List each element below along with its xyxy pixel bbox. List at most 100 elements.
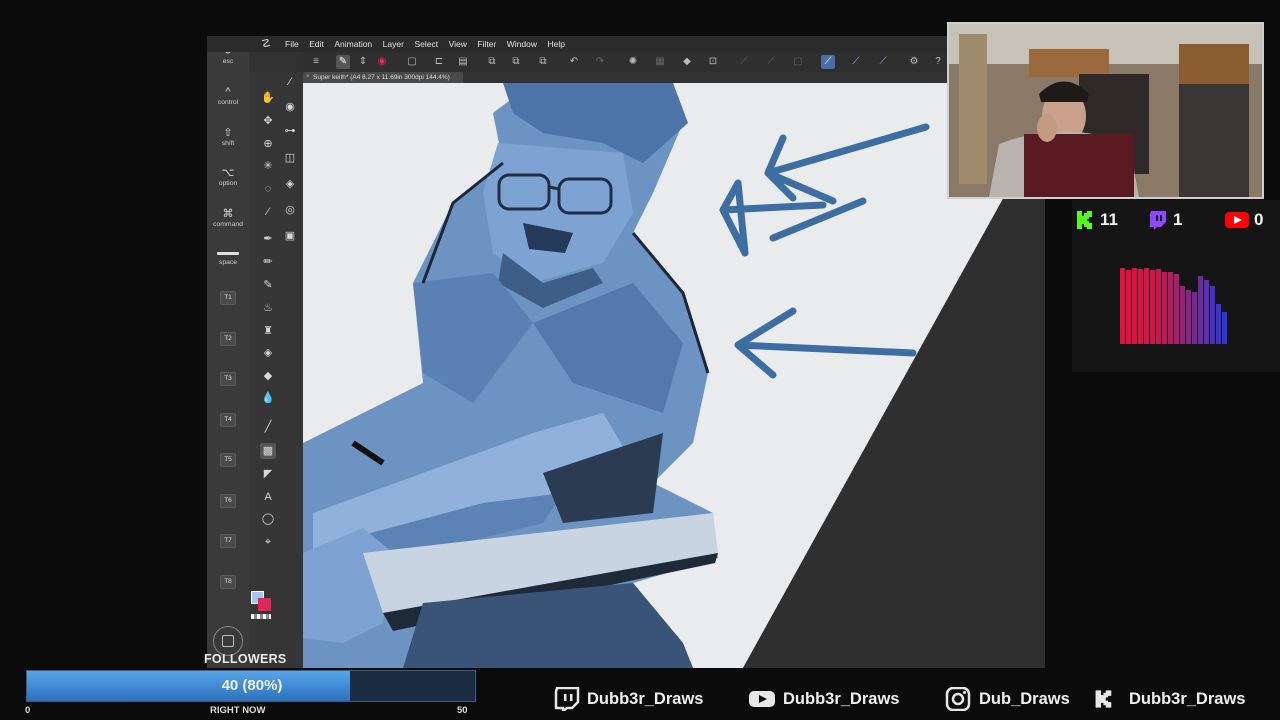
undo-icon[interactable]: ↶ bbox=[567, 55, 581, 69]
tool-key-t5[interactable]: T5 bbox=[220, 453, 236, 467]
hamburger-icon[interactable]: ≡ bbox=[309, 55, 323, 69]
tool-key-t2[interactable]: T2 bbox=[220, 332, 236, 346]
fill-icon[interactable]: ◆ bbox=[680, 55, 694, 69]
transparent-color-swatch[interactable] bbox=[251, 614, 271, 619]
menu-filter[interactable]: Filter bbox=[477, 36, 496, 52]
youtube-stat: 0 bbox=[1225, 209, 1263, 231]
pen-icon[interactable]: ✒ bbox=[260, 231, 276, 247]
menu-view[interactable]: View bbox=[449, 36, 467, 52]
erase-selection-icon[interactable]: ▦ bbox=[653, 55, 667, 69]
space-key[interactable]: space bbox=[207, 252, 249, 267]
paste-icon[interactable]: ⧉ bbox=[509, 55, 523, 69]
menu-layer[interactable]: Layer bbox=[383, 36, 404, 52]
followers-progress-bar: 40 (80%) bbox=[26, 670, 476, 702]
redo-icon[interactable]: ↷ bbox=[593, 55, 607, 69]
selection-icon[interactable]: ▢ bbox=[791, 55, 805, 69]
blend-icon[interactable]: ◈ bbox=[260, 345, 276, 361]
record-icon[interactable]: ◉ bbox=[375, 55, 389, 69]
pencil-icon[interactable]: ✏ bbox=[260, 254, 276, 270]
copy-icon[interactable]: ⧉ bbox=[485, 55, 499, 69]
kick-icon bbox=[1077, 211, 1092, 229]
crop-icon[interactable]: ⊡ bbox=[706, 55, 720, 69]
blur-icon[interactable]: 💧 bbox=[260, 390, 276, 406]
view-icon[interactable]: ◉ bbox=[282, 99, 298, 115]
zoom-tool-icon[interactable]: ⊕ bbox=[260, 136, 276, 152]
tool-palette: ✋ ✥ ⊕ ✳ ◌ ⁄ ✒ ✏ ✎ ♨ ♜ ◈ ◆ 💧 ╱ ▩ ◤ A ◯ ⌖ … bbox=[249, 72, 303, 668]
updown-icon[interactable]: ⇕ bbox=[356, 55, 370, 69]
gradient-tool-icon[interactable]: ◤ bbox=[260, 466, 276, 482]
brush-icon[interactable]: ✎ bbox=[260, 277, 276, 293]
instagram-icon bbox=[945, 687, 971, 711]
eraser-icon[interactable]: ◆ bbox=[260, 368, 276, 384]
settings-icon[interactable]: ⚙ bbox=[907, 55, 921, 69]
layer-stack-icon[interactable]: ◈ bbox=[282, 176, 298, 192]
spinner-icon[interactable]: ✺ bbox=[626, 55, 640, 69]
menu-window[interactable]: Window bbox=[507, 36, 537, 52]
sliders-icon[interactable]: ⊶ bbox=[282, 123, 298, 139]
twitch-stat: 1 bbox=[1148, 209, 1182, 231]
transform-icon[interactable]: ⟋ bbox=[737, 55, 751, 69]
ruler-line-icon[interactable]: ⟋ bbox=[821, 55, 835, 69]
tool-key-t6[interactable]: T6 bbox=[220, 494, 236, 508]
option-key[interactable]: ⌥ option bbox=[207, 167, 249, 188]
help-icon[interactable]: ? bbox=[931, 55, 945, 69]
menu-help[interactable]: Help bbox=[547, 36, 564, 52]
move-tool-icon[interactable]: ✥ bbox=[260, 113, 276, 129]
open-folder-icon[interactable]: ⊏ bbox=[432, 55, 446, 69]
brush-icon[interactable]: ✎ bbox=[336, 55, 350, 69]
control-key[interactable]: ^ control bbox=[207, 86, 249, 107]
object-tool-icon[interactable]: ⌖ bbox=[260, 534, 276, 550]
menu-select[interactable]: Select bbox=[414, 36, 438, 52]
artwork bbox=[303, 83, 1045, 668]
shift-key[interactable]: ⇧ shift bbox=[207, 127, 249, 148]
tool-key-t8[interactable]: T8 bbox=[220, 575, 236, 589]
material-icon[interactable]: ◎ bbox=[282, 202, 298, 218]
twitch-icon bbox=[1150, 211, 1166, 230]
balloon-tool-icon[interactable]: ◯ bbox=[260, 511, 276, 527]
menu-edit[interactable]: Edit bbox=[309, 36, 324, 52]
shortcut-sidebar: ↺ esc ^ control ⇧ shift ⌥ option ⌘ comma… bbox=[207, 36, 249, 668]
app-logo-icon[interactable]: ☡ bbox=[259, 37, 273, 51]
scale-icon[interactable]: ⟋ bbox=[764, 55, 778, 69]
document-tab[interactable]: × Super keith* (A4 8.27 x 11.69in 300dpi… bbox=[303, 72, 463, 83]
tool-key-t4[interactable]: T4 bbox=[220, 413, 236, 427]
pen-settings-icon[interactable]: ⁄ bbox=[282, 74, 298, 90]
social-kick: Dubb3r_Draws bbox=[1094, 686, 1245, 712]
save-icon[interactable]: ▤ bbox=[456, 55, 470, 69]
lasso-icon[interactable]: ◌ bbox=[260, 181, 276, 197]
followers-progress-text: 40 (80%) bbox=[221, 677, 283, 694]
webcam-feed bbox=[947, 22, 1264, 199]
fill-tool-icon[interactable]: ▩ bbox=[260, 443, 276, 459]
clipboard-icon[interactable]: ⧉ bbox=[536, 55, 550, 69]
new-file-icon[interactable]: ▢ bbox=[405, 55, 419, 69]
ruler-snap-icon[interactable]: ⟋ bbox=[876, 55, 890, 69]
drawing-canvas[interactable] bbox=[303, 83, 1045, 668]
ruler-curve-icon[interactable]: ⟋ bbox=[849, 55, 863, 69]
command-icon: ⌘ bbox=[222, 208, 234, 220]
audio-visualizer bbox=[1120, 268, 1227, 344]
text-tool-icon[interactable]: A bbox=[260, 489, 276, 505]
tool-key-t7[interactable]: T7 bbox=[220, 534, 236, 548]
sub-color-swatch[interactable] bbox=[258, 598, 271, 611]
navigator-icon[interactable]: ▣ bbox=[282, 228, 298, 244]
tool-key-t1[interactable]: T1 bbox=[220, 291, 236, 305]
kick-stat: 11 bbox=[1075, 209, 1118, 231]
menu-animation[interactable]: Animation bbox=[334, 36, 372, 52]
tool-key-t3[interactable]: T3 bbox=[220, 372, 236, 386]
decoration-icon[interactable]: ♜ bbox=[260, 323, 276, 339]
social-twitch: Dubb3r_Draws bbox=[552, 686, 703, 712]
command-key[interactable]: ⌘ command bbox=[207, 208, 249, 229]
eyedropper-icon[interactable]: ⁄ bbox=[260, 204, 276, 220]
kick-icon bbox=[1095, 690, 1112, 708]
line-tool-icon[interactable]: ╱ bbox=[260, 419, 276, 435]
menu-file[interactable]: File bbox=[285, 36, 299, 52]
layers-icon[interactable]: ◫ bbox=[282, 150, 298, 166]
option-icon: ⌥ bbox=[221, 167, 235, 179]
magic-wand-icon[interactable]: ✳ bbox=[260, 158, 276, 174]
menu-bar: ☡ File Edit Animation Layer Select View … bbox=[207, 36, 1045, 52]
hand-tool-icon[interactable]: ✋ bbox=[260, 90, 276, 106]
close-tab-icon[interactable]: × bbox=[306, 72, 310, 83]
progress-max-label: 50 bbox=[457, 705, 468, 716]
caret-icon: ^ bbox=[225, 86, 231, 98]
airbrush-icon[interactable]: ♨ bbox=[260, 300, 276, 316]
